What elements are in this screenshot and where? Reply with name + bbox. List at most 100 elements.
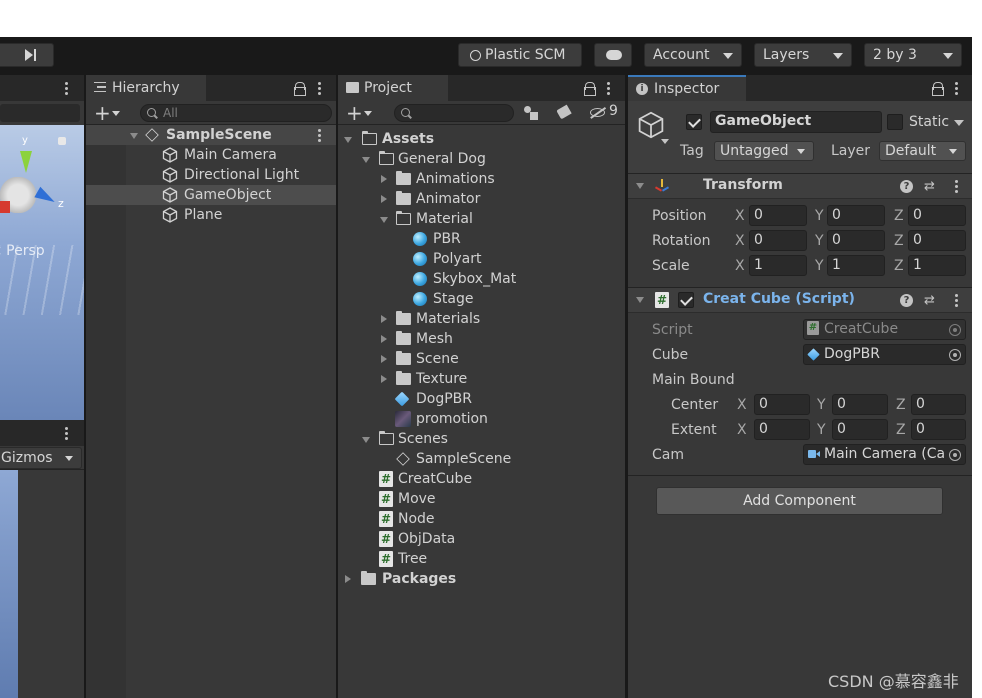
gizmos-dropdown[interactable]: Gizmos [0, 447, 82, 469]
fold-arrow-icon[interactable] [636, 297, 644, 303]
tree-item-mesh[interactable]: Mesh [338, 329, 625, 349]
layer-dropdown[interactable]: Default [879, 141, 966, 161]
static-label[interactable]: Static [909, 112, 949, 132]
lock-icon[interactable] [58, 137, 66, 145]
center-x-field[interactable]: 0 [754, 394, 810, 415]
more-icon[interactable] [955, 82, 958, 95]
more-icon[interactable] [607, 82, 610, 95]
extent-x-field[interactable]: 0 [754, 419, 810, 440]
rotation-x-field[interactable]: 0 [749, 230, 807, 251]
tree-item-samplescene[interactable]: SampleScene [338, 449, 625, 469]
position-y-field[interactable]: 0 [827, 205, 885, 226]
expand-arrow-icon[interactable] [381, 175, 387, 183]
tree-item-texture[interactable]: Texture [338, 369, 625, 389]
tree-item-materials[interactable]: Materials [338, 309, 625, 329]
tree-item-skybox-mat[interactable]: Skybox_Mat [338, 269, 625, 289]
cloud-button[interactable] [594, 43, 632, 67]
scene-row[interactable]: SampleScene [86, 125, 336, 145]
scale-y-field[interactable]: 1 [827, 255, 885, 276]
expand-arrow-icon[interactable] [381, 195, 387, 203]
add-icon[interactable]: + [94, 103, 111, 123]
tree-item-dogpbr[interactable]: DogPBR [338, 389, 625, 409]
project-search-input[interactable] [394, 104, 514, 122]
cam-field[interactable]: Main Camera (Ca [803, 444, 966, 465]
tree-item-creatcube[interactable]: # CreatCube [338, 469, 625, 489]
plastic-scm-button[interactable]: Plastic SCM [458, 43, 582, 67]
scene-gizmo[interactable]: y z [0, 135, 64, 217]
tree-item-pbr[interactable]: PBR [338, 229, 625, 249]
tab-project[interactable]: Project [338, 75, 448, 101]
tree-item-animator[interactable]: Animator [338, 189, 625, 209]
tree-item-node[interactable]: # Node [338, 509, 625, 529]
chevron-down-icon[interactable] [112, 111, 120, 116]
hierarchy-item-directional-light[interactable]: Directional Light [86, 165, 336, 185]
rotation-y-field[interactable]: 0 [827, 230, 885, 251]
expand-arrow-icon[interactable] [381, 335, 387, 343]
expand-arrow-icon[interactable] [345, 575, 351, 583]
lock-icon[interactable] [932, 82, 944, 96]
tag-dropdown[interactable]: Untagged [714, 141, 814, 161]
tree-item-polyart[interactable]: Polyart [338, 249, 625, 269]
extent-y-field[interactable]: 0 [832, 419, 888, 440]
lock-icon[interactable] [584, 82, 596, 96]
scale-x-field[interactable]: 1 [749, 255, 807, 276]
center-y-field[interactable]: 0 [832, 394, 888, 415]
object-picker-icon[interactable] [949, 349, 961, 361]
expand-arrow-icon[interactable] [381, 355, 387, 363]
more-icon[interactable] [955, 294, 958, 307]
help-icon[interactable]: ? [900, 294, 913, 307]
persp-label[interactable]: < Persp [0, 243, 45, 259]
add-component-button[interactable]: Add Component [656, 487, 943, 515]
center-z-field[interactable]: 0 [911, 394, 966, 415]
hierarchy-search-input[interactable]: All [140, 104, 332, 122]
expand-arrow-icon[interactable] [130, 133, 138, 139]
more-icon[interactable] [955, 180, 958, 193]
presets-icon[interactable]: ⇄ [924, 179, 935, 194]
scene-viewport[interactable]: y z < Persp [0, 125, 84, 420]
tab-inspector[interactable]: i Inspector [628, 75, 746, 101]
more-icon[interactable] [318, 82, 321, 95]
position-x-field[interactable]: 0 [749, 205, 807, 226]
hierarchy-item-main-camera[interactable]: Main Camera [86, 145, 336, 165]
rotation-z-field[interactable]: 0 [908, 230, 966, 251]
transform-header[interactable]: Transform ? ⇄ [628, 173, 972, 199]
more-icon[interactable] [65, 427, 68, 440]
tree-item-material[interactable]: Material [338, 209, 625, 229]
chevron-down-icon[interactable] [954, 120, 964, 126]
tree-item-scenes[interactable]: Scenes [338, 429, 625, 449]
expand-arrow-icon[interactable] [381, 375, 387, 383]
hierarchy-item-gameobject[interactable]: GameObject [86, 185, 336, 205]
presets-icon[interactable]: ⇄ [924, 293, 935, 308]
expand-arrow-icon[interactable] [362, 157, 370, 163]
tree-item-general-dog[interactable]: General Dog [338, 149, 625, 169]
scale-z-field[interactable]: 1 [908, 255, 966, 276]
hierarchy-item-plane[interactable]: Plane [86, 205, 336, 225]
chevron-down-icon[interactable] [364, 111, 372, 116]
fold-arrow-icon[interactable] [636, 183, 644, 189]
expand-arrow-icon[interactable] [362, 437, 370, 443]
more-icon[interactable] [318, 129, 321, 142]
extent-z-field[interactable]: 0 [911, 419, 966, 440]
object-picker-icon[interactable] [949, 449, 961, 461]
tree-item-assets[interactable]: Assets [338, 129, 625, 149]
lock-icon[interactable] [294, 82, 306, 96]
object-name-field[interactable]: GameObject [710, 111, 882, 133]
script-component-header[interactable]: # Creat Cube (Script) ? ⇄ [628, 287, 972, 313]
account-dropdown[interactable]: Account [644, 43, 742, 67]
layout-dropdown[interactable]: 2 by 3 [864, 43, 962, 67]
filter-by-label-icon[interactable] [556, 104, 572, 120]
expand-arrow-icon[interactable] [380, 217, 388, 223]
static-checkbox[interactable] [887, 114, 903, 130]
more-icon[interactable] [65, 82, 68, 95]
chevron-down-icon[interactable] [661, 139, 669, 144]
layers-dropdown[interactable]: Layers [754, 43, 852, 67]
tab-hierarchy[interactable]: Hierarchy [86, 75, 206, 101]
position-z-field[interactable]: 0 [908, 205, 966, 226]
expand-arrow-icon[interactable] [381, 315, 387, 323]
tree-item-packages[interactable]: Packages [338, 569, 625, 589]
tree-item-animations[interactable]: Animations [338, 169, 625, 189]
active-checkbox[interactable] [686, 114, 702, 130]
gameobject-icon[interactable] [637, 111, 665, 139]
tree-item-stage[interactable]: Stage [338, 289, 625, 309]
cube-field[interactable]: DogPBR [803, 344, 966, 365]
